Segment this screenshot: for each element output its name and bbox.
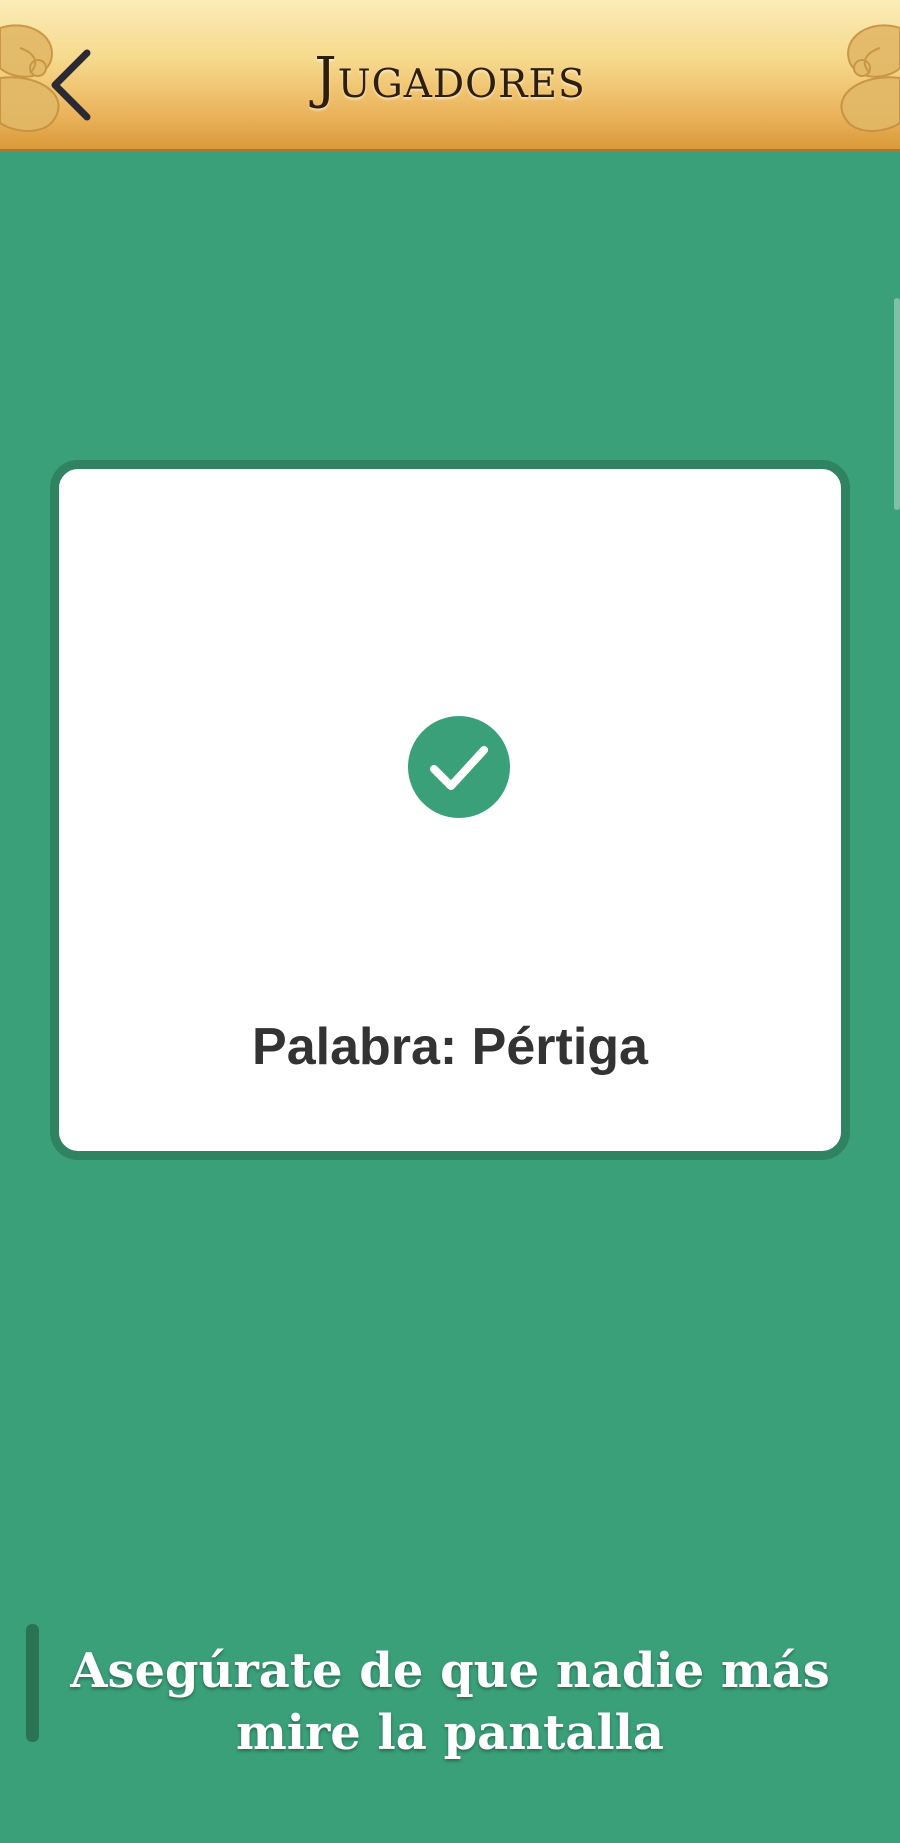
word-card: Palabra: Pértiga [50, 460, 850, 1160]
header-bar: Jugadores [0, 0, 900, 152]
check-circle-icon [408, 716, 510, 818]
page-title: Jugadores [314, 46, 586, 111]
warning-accent-bar [26, 1624, 39, 1742]
scrollbar[interactable] [894, 298, 900, 510]
word-label: Palabra: Pértiga [252, 1018, 648, 1076]
privacy-warning: Asegúrate de que nadie más mire la panta… [70, 1643, 830, 1761]
